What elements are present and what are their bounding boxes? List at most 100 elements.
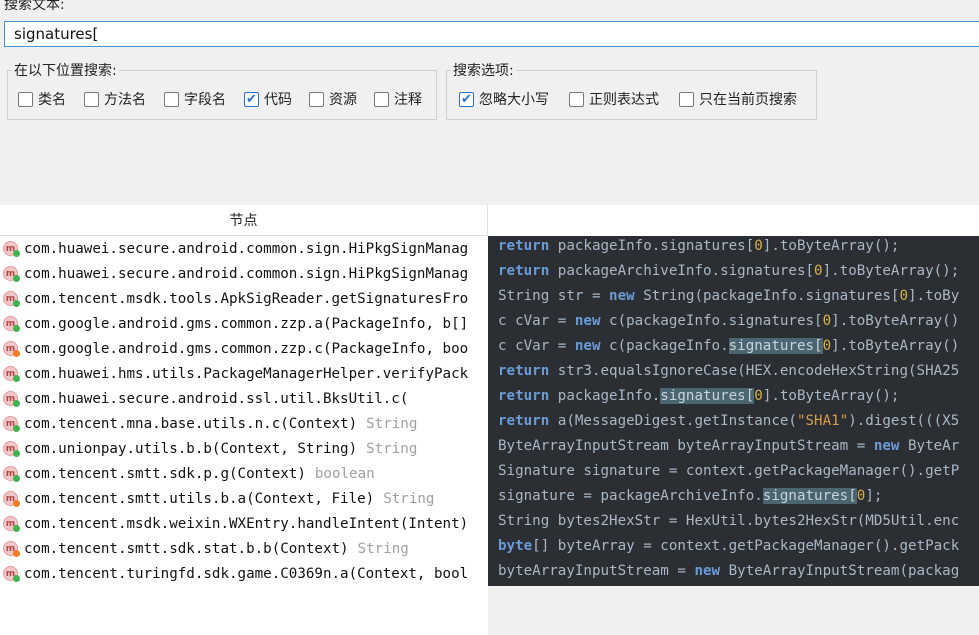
- code-number: 0: [822, 338, 832, 354]
- code-line[interactable]: c cVar = new c(packageInfo.signatures[0]…: [498, 309, 959, 334]
- code-text: ].toByteArray(): [831, 313, 960, 329]
- method-icon: m: [3, 466, 20, 482]
- option-comment[interactable]: 注释: [374, 89, 422, 109]
- code-text: ].toByteArray(): [831, 338, 960, 354]
- result-row[interactable]: m com.huawei.secure.android.common.sign.H…: [0, 261, 488, 286]
- checkbox-unchecked[interactable]: [679, 91, 694, 107]
- code-line[interactable]: return str3.equalsIgnoreCase(HEX.encodeH…: [498, 359, 959, 384]
- code-line[interactable]: ByteArrayInputStream byteArrayInputStrea…: [498, 434, 959, 459]
- option-class-name[interactable]: 类名: [18, 89, 66, 109]
- code-line[interactable]: return packageArchiveInfo.signatures[0].…: [498, 259, 959, 284]
- access-badge-icon: [13, 475, 20, 482]
- method-icon: m: [3, 516, 20, 532]
- code-match-highlight: signatures[: [728, 338, 823, 354]
- option-field-name[interactable]: 字段名: [164, 89, 226, 109]
- code-keyword: new: [609, 288, 635, 304]
- code-keyword: return: [498, 388, 550, 404]
- method-icon: m: [3, 241, 20, 257]
- method-icon: m: [3, 341, 20, 357]
- access-badge-icon: [13, 525, 20, 532]
- code-text: ];: [865, 488, 883, 504]
- code-line[interactable]: String bytes2HexStr = HexUtil.bytes2HexS…: [498, 509, 959, 534]
- result-row[interactable]: m com.google.android.gms.common.zzp.c(Pac…: [0, 336, 488, 361]
- result-row[interactable]: m com.huawei.secure.android.common.sign.H…: [0, 236, 488, 261]
- result-row[interactable]: m com.tencent.smtt.sdk.p.g(Context) boolea…: [0, 461, 488, 486]
- result-row[interactable]: m com.huawei.hms.utils.PackageManagerHelp…: [0, 361, 488, 386]
- code-text: ByteAr: [899, 438, 960, 454]
- option-regex[interactable]: 正则表达式: [569, 89, 659, 109]
- result-row[interactable]: m com.tencent.smtt.sdk.stat.b.b(Context) S…: [0, 536, 488, 561]
- search-text-label: 搜索文本:: [4, 0, 65, 13]
- code-text: packageArchiveInfo.signatures[: [549, 263, 815, 279]
- result-row[interactable]: m com.google.android.gms.common.zzp.a(Pac…: [0, 311, 488, 336]
- result-node-text: com.huawei.hms.utils.PackageManagerHelpe…: [24, 365, 469, 382]
- result-row[interactable]: m com.tencent.mna.base.utils.n.c(Context)…: [0, 411, 488, 436]
- code-keyword: return: [498, 363, 550, 379]
- result-row[interactable]: m com.tencent.turingfd.sdk.game.C0369n.a(…: [0, 561, 488, 586]
- option-current-page-only[interactable]: 只在当前页搜索: [679, 89, 797, 109]
- code-text: ).digest(((X5: [848, 413, 960, 429]
- code-line[interactable]: String str = new String(packageInfo.sign…: [498, 284, 959, 309]
- code-keyword: new: [574, 313, 601, 329]
- code-number: 0: [899, 288, 909, 304]
- option-label: 只在当前页搜索: [699, 92, 797, 108]
- option-ignore-case[interactable]: ✔ 忽略大小写: [459, 89, 549, 109]
- result-row[interactable]: m com.tencent.msdk.weixin.WXEntry.handleI…: [0, 511, 488, 536]
- result-node-text: com.huawei.secure.android.common.sign.Hi…: [24, 240, 469, 257]
- code-text: Signature signature = context.getPackage…: [498, 463, 960, 479]
- return-type: String: [366, 415, 418, 432]
- result-row[interactable]: m com.tencent.smtt.utils.b.a(Context, Fil…: [0, 486, 488, 511]
- option-method-name[interactable]: 方法名: [84, 89, 146, 109]
- code-match-highlight: signatures[: [660, 388, 755, 404]
- column-header-node[interactable]: 节点: [0, 205, 488, 236]
- method-icon: m: [3, 566, 20, 582]
- code-line[interactable]: return packageInfo.signatures[0].toByteA…: [498, 236, 899, 259]
- method-icon: m: [3, 391, 20, 407]
- checkbox-checked[interactable]: ✔: [244, 91, 259, 107]
- method-icon: m: [3, 491, 20, 507]
- code-keyword: byte: [498, 538, 533, 554]
- code-line[interactable]: c cVar = new c(packageInfo.signatures[0]…: [498, 334, 959, 359]
- method-icon: m: [3, 416, 20, 432]
- checkbox-unchecked[interactable]: [84, 91, 99, 107]
- code-line[interactable]: byte[] byteArray = context.getPackageMan…: [498, 534, 959, 559]
- result-node-text: com.tencent.mna.base.utils.n.c(Context): [24, 415, 358, 432]
- option-label: 忽略大小写: [479, 92, 549, 108]
- code-line[interactable]: return a(MessageDigest.getInstance("SHA1…: [498, 409, 959, 434]
- checkbox-unchecked[interactable]: [164, 91, 179, 107]
- option-resource[interactable]: 资源: [309, 89, 357, 109]
- code-text: String bytes2HexStr = HexUtil.bytes2HexS…: [498, 513, 960, 529]
- option-label: 方法名: [104, 92, 146, 108]
- code-line[interactable]: Signature signature = context.getPackage…: [498, 459, 959, 484]
- access-badge-icon: [13, 325, 20, 332]
- code-number: 0: [754, 388, 763, 404]
- checkbox-unchecked[interactable]: [309, 91, 324, 107]
- results-tree-panel: 节点 m com.huawei.secure.android.common.sig…: [0, 205, 488, 635]
- code-line[interactable]: return packageInfo.signatures[0].toByteA…: [498, 384, 899, 409]
- option-code[interactable]: ✔ 代码: [244, 89, 292, 109]
- option-label: 资源: [329, 92, 357, 108]
- code-preview-panel: return packageInfo.signatures[0].toByteA…: [488, 236, 979, 586]
- access-badge-icon: [13, 350, 20, 357]
- result-node-text: com.tencent.turingfd.sdk.game.C0369n.a(C…: [24, 565, 469, 582]
- code-line[interactable]: byteArrayInputStream = new ByteArrayInpu…: [498, 559, 959, 584]
- result-row[interactable]: m com.unionpay.utils.b.b(Context, String)…: [0, 436, 488, 461]
- checkbox-unchecked[interactable]: [374, 91, 389, 107]
- checkbox-unchecked[interactable]: [569, 91, 584, 107]
- result-node-text: com.google.android.gms.common.zzp.c(Pack…: [24, 340, 469, 357]
- search-input[interactable]: [4, 21, 979, 47]
- code-keyword: return: [498, 263, 550, 279]
- result-row[interactable]: m com.tencent.msdk.tools.ApkSigReader.get…: [0, 286, 488, 311]
- code-text: signature = packageArchiveInfo.: [498, 488, 763, 504]
- code-text: [] byteArray = context.getPackageManager…: [532, 538, 960, 554]
- checkbox-checked[interactable]: ✔: [459, 91, 474, 107]
- code-text: str3.equalsIgnoreCase(HEX.encodeHexStrin…: [549, 363, 960, 379]
- method-icon: m: [3, 266, 20, 282]
- result-row[interactable]: m com.huawei.secure.android.ssl.util.BksU…: [0, 386, 488, 411]
- access-badge-icon: [13, 375, 20, 382]
- code-text: ].toBy: [908, 288, 960, 304]
- code-text: packageInfo.: [549, 388, 661, 404]
- access-badge-icon: [13, 425, 20, 432]
- code-line[interactable]: signature = packageArchiveInfo.signature…: [498, 484, 882, 509]
- checkbox-unchecked[interactable]: [18, 91, 33, 107]
